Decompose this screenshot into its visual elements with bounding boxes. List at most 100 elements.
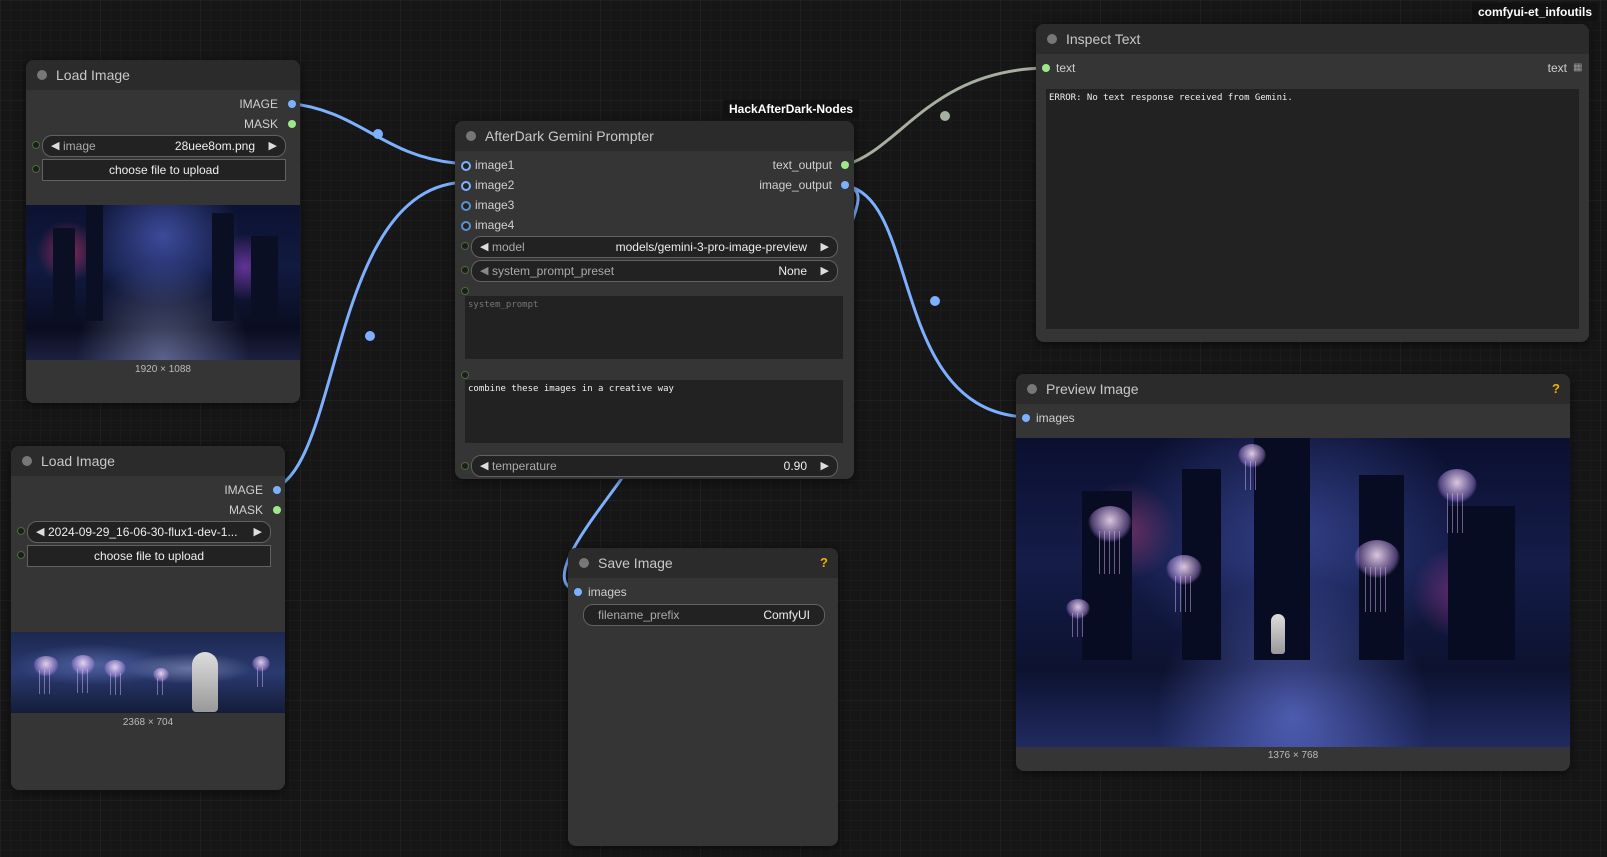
system-prompt-preset-combo[interactable]: ◀ system_prompt_preset None ▶ (471, 260, 838, 282)
input-images[interactable]: images (1036, 408, 1075, 428)
loaded-image-preview (26, 205, 300, 360)
widget-label: model (492, 240, 525, 254)
collapse-dot[interactable] (579, 558, 589, 568)
output-image-dot[interactable] (841, 181, 849, 189)
input-image4-dot[interactable] (461, 221, 471, 231)
collapse-dot[interactable] (466, 131, 476, 141)
collapse-dot[interactable] (1027, 384, 1037, 394)
input-images-dot[interactable] (574, 588, 582, 596)
output-label: MASK (228, 503, 263, 517)
collapse-dot[interactable] (22, 456, 32, 466)
input-images-dot[interactable] (1022, 414, 1030, 422)
temperature-number[interactable]: ◀ temperature 0.90 ▶ (471, 455, 838, 477)
grid-icon[interactable]: ▦ (1573, 62, 1582, 73)
widget-value: 28uee8om.png (174, 139, 255, 153)
image-combo[interactable]: ◀ 2024-09-29_16-06-30-flux1-dev-1... ▶ (27, 521, 271, 543)
widget-input-dot[interactable] (32, 165, 40, 173)
input-image4[interactable]: image4 (475, 215, 514, 235)
output-image-dot[interactable] (273, 486, 281, 494)
node-title-text: AfterDark Gemini Prompter (485, 128, 654, 144)
widget-value: 0.90 (783, 459, 807, 473)
wire-image-output-to-preview (846, 184, 1026, 419)
preview-image-node[interactable]: Preview Image ? images 1376 × 768 (1016, 374, 1570, 771)
widget-input-dot[interactable] (461, 287, 469, 295)
output-image[interactable]: image_output (682, 175, 832, 195)
input-text-dot[interactable] (1042, 64, 1050, 72)
output-mask-dot[interactable] (273, 506, 281, 514)
input-image3-dot[interactable] (461, 201, 471, 211)
collapse-dot[interactable] (37, 70, 47, 80)
arrow-right-icon[interactable]: ▶ (821, 456, 829, 476)
arrow-left-icon[interactable]: ◀ (480, 456, 488, 476)
image-combo[interactable]: ◀ image 28uee8om.png ▶ (42, 135, 286, 157)
arrow-right-icon[interactable]: ▶ (269, 136, 277, 156)
arrow-left-icon[interactable]: ◀ (51, 136, 59, 156)
input-image3[interactable]: image3 (475, 195, 514, 215)
node-title[interactable]: Load Image (11, 446, 285, 476)
widget-input-dot[interactable] (461, 371, 469, 379)
inspect-text-content[interactable]: ERROR: No text response received from Ge… (1046, 89, 1579, 329)
upload-button[interactable]: choose file to upload (27, 545, 271, 567)
widget-input-dot[interactable] (32, 141, 40, 149)
widget-value: ComfyUI (763, 608, 810, 622)
output-image[interactable]: IMAGE (143, 480, 263, 500)
widget-input-dot[interactable] (461, 266, 469, 274)
save-image-node[interactable]: Save Image ? images filename_prefix Comf… (568, 548, 838, 846)
widget-input-dot[interactable] (17, 551, 25, 559)
help-icon[interactable]: ? (820, 548, 828, 578)
inspect-text-node[interactable]: Inspect Text text text ▦ ERROR: No text … (1036, 24, 1589, 342)
wire-midpoint (365, 331, 375, 341)
output-label: IMAGE (224, 483, 263, 497)
collapse-dot[interactable] (1047, 34, 1057, 44)
output-image[interactable]: IMAGE (158, 94, 278, 114)
arrow-left-icon[interactable]: ◀ (36, 522, 44, 542)
node-title-text: Load Image (41, 453, 115, 469)
node-title[interactable]: AfterDark Gemini Prompter (455, 121, 854, 151)
input-image2-dot[interactable] (461, 181, 471, 191)
node-title-text: Inspect Text (1066, 31, 1141, 47)
help-icon[interactable]: ? (1552, 374, 1560, 404)
node-title[interactable]: Inspect Text (1036, 24, 1589, 54)
arrow-right-icon[interactable]: ▶ (821, 237, 829, 257)
widget-value: models/gemini-3-pro-image-preview (615, 240, 807, 254)
input-images[interactable]: images (588, 582, 627, 602)
node-title[interactable]: Load Image (26, 60, 300, 90)
output-mask[interactable]: MASK (143, 500, 263, 520)
input-text[interactable]: text (1056, 58, 1075, 78)
load-image-node-1[interactable]: Load Image IMAGE MASK ◀ image 28uee8om.p… (26, 60, 300, 403)
system-prompt-textarea[interactable]: system_prompt (465, 296, 843, 359)
widget-input-dot[interactable] (461, 242, 469, 250)
output-label: text_output (772, 158, 832, 172)
node-title-text: Load Image (56, 67, 130, 83)
arrow-left-icon[interactable]: ◀ (480, 237, 488, 257)
load-image-node-2[interactable]: Load Image IMAGE MASK ◀ 2024-09-29_16-06… (11, 446, 285, 790)
input-image2[interactable]: image2 (475, 175, 514, 195)
output-image-dot[interactable] (288, 100, 296, 108)
node-title[interactable]: Preview Image ? (1016, 374, 1570, 404)
widget-label: image (63, 139, 96, 153)
output-text-dot[interactable] (841, 161, 849, 169)
output-label: MASK (243, 117, 278, 131)
wire-midpoint (930, 296, 940, 306)
input-image1[interactable]: image1 (475, 155, 514, 175)
arrow-left-icon[interactable]: ◀ (480, 261, 488, 281)
widget-input-dot[interactable] (17, 527, 25, 535)
gemini-prompter-node[interactable]: AfterDark Gemini Prompter image1 image2 … (455, 121, 854, 479)
widget-label: filename_prefix (598, 608, 680, 622)
input-image1-dot[interactable] (461, 161, 471, 171)
widget-input-dot[interactable] (461, 462, 469, 470)
model-combo[interactable]: ◀ model models/gemini-3-pro-image-previe… (471, 236, 838, 258)
widget-label: temperature (492, 459, 557, 473)
group-badge: HackAfterDark-Nodes (723, 100, 860, 118)
node-title[interactable]: Save Image ? (568, 548, 838, 578)
output-text[interactable]: text_output (682, 155, 832, 175)
filename-prefix-field[interactable]: filename_prefix ComfyUI (583, 604, 825, 626)
arrow-right-icon[interactable]: ▶ (254, 522, 262, 542)
output-text[interactable]: text (1487, 58, 1567, 78)
upload-button[interactable]: choose file to upload (42, 159, 286, 181)
arrow-right-icon[interactable]: ▶ (821, 261, 829, 281)
prompt-textarea[interactable]: combine these images in a creative way (465, 380, 843, 443)
output-mask-dot[interactable] (288, 120, 296, 128)
output-mask[interactable]: MASK (158, 114, 278, 134)
widget-label: system_prompt_preset (492, 264, 615, 278)
